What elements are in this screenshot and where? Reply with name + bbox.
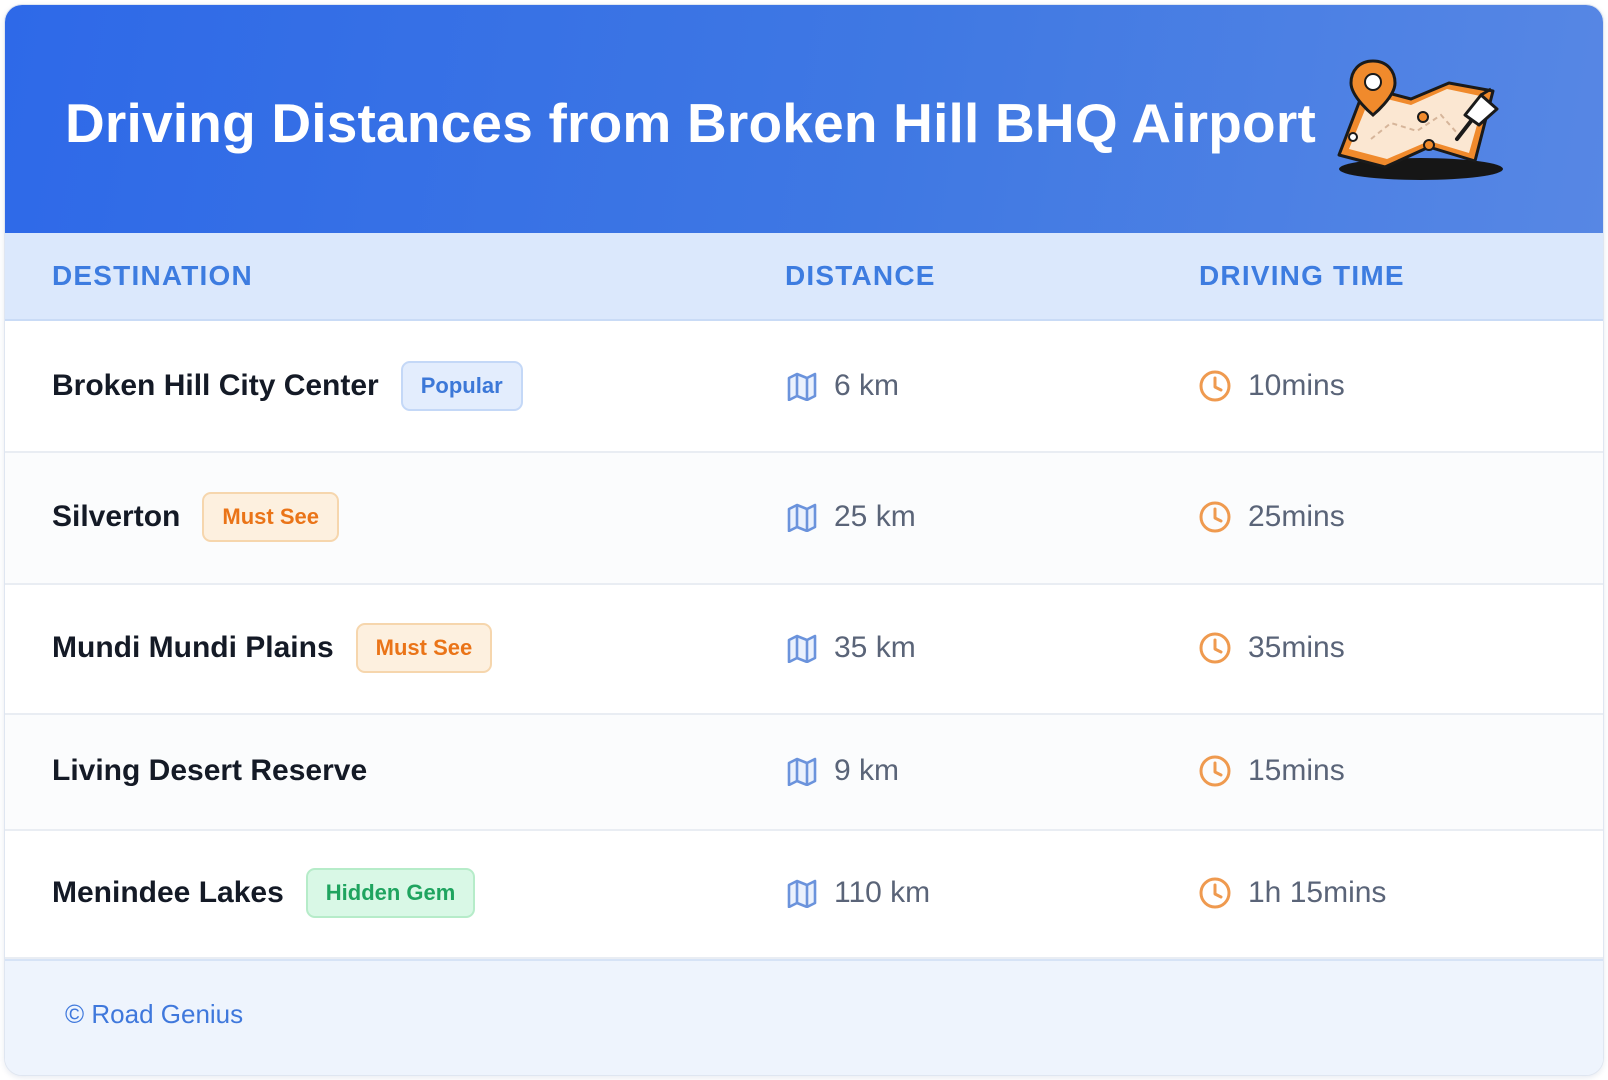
- distance-value: 25 km: [834, 500, 916, 533]
- destination-cell: Broken Hill City Center Popular: [52, 361, 523, 411]
- destination-cell: Menindee Lakes Hidden Gem: [52, 868, 476, 918]
- column-header-driving-time: DRIVING TIME: [1199, 260, 1405, 291]
- clock-icon: [1199, 501, 1231, 533]
- popular-badge: Popular: [400, 361, 523, 411]
- map-with-pins-icon: [1337, 59, 1503, 180]
- distance-value: 9 km: [834, 754, 900, 787]
- distance-cell: 25 km: [786, 499, 916, 535]
- table-row: Mundi Mundi Plains Must See 35 km 35mins: [5, 585, 1603, 715]
- driving-time-cell: 35mins: [1198, 630, 1345, 666]
- distance-value: 6 km: [834, 369, 900, 402]
- distance-value: 110 km: [834, 876, 931, 909]
- column-header-distance: DISTANCE: [785, 260, 936, 291]
- distance-card: Driving Distances from Broken Hill BHQ A…: [4, 4, 1604, 1076]
- clock-icon: [1199, 755, 1231, 787]
- map-icon: [787, 879, 817, 908]
- distance-cell: 110 km: [786, 875, 930, 911]
- driving-time-value: 25mins: [1248, 500, 1345, 533]
- destination-name: Menindee Lakes: [52, 876, 284, 909]
- map-icon: [787, 757, 817, 786]
- mustsee-badge: Must See: [355, 623, 493, 673]
- destination-cell: Living Desert Reserve: [52, 746, 367, 796]
- page-title: Driving Distances from Broken Hill BHQ A…: [65, 92, 1316, 154]
- destination-cell: Mundi Mundi Plains Must See: [52, 623, 493, 673]
- gem-badge: Hidden Gem: [305, 868, 476, 918]
- driving-time-value: 35mins: [1248, 631, 1345, 664]
- driving-time-cell: 10mins: [1198, 368, 1345, 404]
- mustsee-badge: Must See: [202, 492, 339, 542]
- distance-cell: 9 km: [786, 753, 899, 789]
- map-icon: [787, 634, 817, 663]
- clock-icon: [1199, 632, 1231, 664]
- table-row: Menindee Lakes Hidden Gem 110 km 1h 15mins: [5, 831, 1603, 959]
- driving-time-value: 1h 15mins: [1248, 876, 1387, 909]
- footer-credit: © Road Genius: [65, 999, 244, 1029]
- table-row: Living Desert Reserve 9 km 15mins: [5, 715, 1603, 831]
- table-row: Broken Hill City Center Popular 6 km 10mins: [5, 323, 1603, 453]
- destination-cell: Silverton Must See: [52, 492, 339, 542]
- destination-name: Living Desert Reserve: [52, 754, 368, 787]
- destination-name: Broken Hill City Center: [52, 369, 379, 402]
- map-icon: [787, 503, 817, 532]
- header-banner: Driving Distances from Broken Hill BHQ A…: [5, 5, 1603, 233]
- map-icon: [787, 372, 817, 401]
- destination-name: Mundi Mundi Plains: [52, 631, 334, 664]
- driving-time-cell: 15mins: [1198, 753, 1345, 789]
- destination-name: Silverton: [52, 500, 181, 533]
- driving-time-value: 15mins: [1248, 754, 1345, 787]
- column-header-destination: DESTINATION: [52, 260, 253, 291]
- table-row: Silverton Must See 25 km 25mins: [5, 453, 1603, 585]
- driving-time-cell: 1h 15mins: [1198, 875, 1386, 911]
- table-header: DESTINATION DISTANCE DRIVING TIME: [5, 233, 1603, 321]
- distance-value: 35 km: [834, 631, 916, 664]
- distance-cell: 35 km: [786, 630, 916, 666]
- footer: © Road Genius: [5, 959, 1603, 1075]
- distance-cell: 6 km: [786, 368, 899, 404]
- clock-icon: [1199, 370, 1231, 402]
- clock-icon: [1199, 877, 1231, 909]
- driving-time-value: 10mins: [1248, 369, 1345, 402]
- driving-time-cell: 25mins: [1198, 499, 1345, 535]
